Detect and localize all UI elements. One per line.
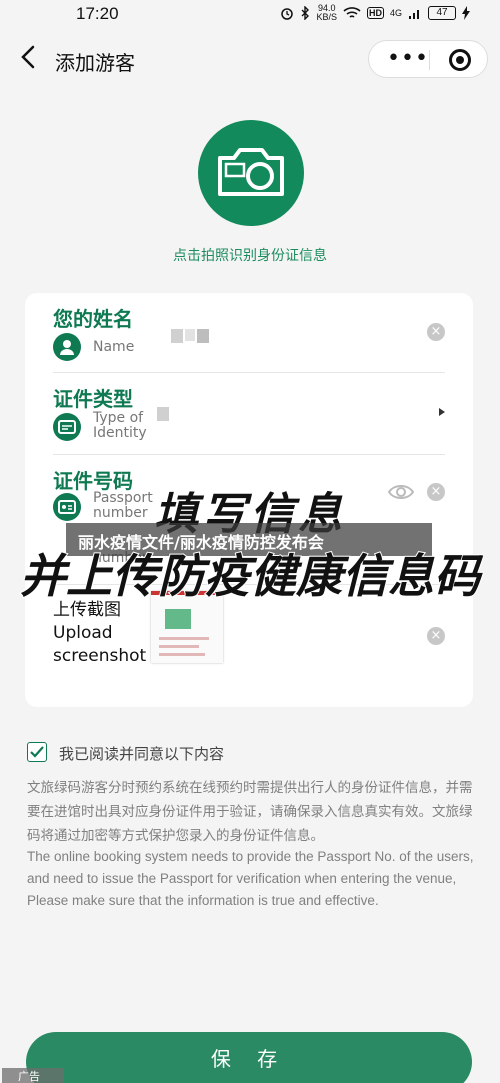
status-time: 17:20 <box>76 4 119 23</box>
wifi-icon <box>343 7 361 18</box>
close-circle-icon[interactable] <box>449 49 471 71</box>
name-row[interactable]: 您的姓名 Name × <box>25 293 473 373</box>
notice-english: The online booking system needs to provi… <box>27 849 474 908</box>
name-value-redacted <box>197 329 209 343</box>
network-type: 4G <box>389 7 402 18</box>
page-title: 添加游客 <box>55 51 135 75</box>
hd-badge: HD <box>366 7 384 19</box>
id-type-value-redacted <box>157 407 169 421</box>
id-card-icon <box>53 413 81 441</box>
network-speed: 94.0 KB/S <box>316 3 337 22</box>
overlay-subtitle: 并上传防疫健康信息码 <box>19 548 481 604</box>
id-type-row[interactable]: 证件类型 Type of Identity <box>25 373 473 455</box>
agreement-label: 我已阅读并同意以下内容 <box>59 745 225 763</box>
charging-icon <box>462 6 470 20</box>
battery-indicator: 47 <box>428 6 456 20</box>
camera-caption[interactable]: 点击拍照识别身份证信息 <box>0 245 500 265</box>
id-type-title: 证件类型 <box>53 387 133 411</box>
chevron-right-icon[interactable] <box>439 408 445 416</box>
signal-icon <box>409 9 419 19</box>
name-value-redacted <box>171 329 183 343</box>
thumbnail-line <box>159 637 209 640</box>
camera-icon <box>218 148 284 196</box>
status-icons: 94.0 KB/S HD 4G 47 <box>280 4 470 22</box>
upload-label: 上传截图 Upload screenshot <box>53 600 147 666</box>
person-icon <box>53 333 81 361</box>
clear-icon[interactable]: × <box>427 323 445 341</box>
capsule-divider <box>429 50 430 70</box>
back-arrow-icon[interactable] <box>14 42 44 72</box>
ad-tag[interactable]: 广告 <box>2 1068 64 1083</box>
notice-chinese: 文旅绿码游客分时预约系统在线预约时需提供出行人的身份证件信息，并需要在进馆时出具… <box>27 780 473 844</box>
thumbnail-line <box>159 645 199 648</box>
name-sublabel: Name <box>93 339 135 355</box>
clear-icon[interactable]: × <box>427 627 445 645</box>
status-bar: 17:20 94.0 KB/S HD 4G 47 <box>0 0 500 30</box>
save-button[interactable]: 保 存 <box>26 1032 472 1083</box>
check-icon <box>30 746 44 758</box>
thumbnail-qr <box>165 609 191 629</box>
bluetooth-icon <box>301 6 310 20</box>
agreement-checkbox[interactable] <box>27 742 47 762</box>
name-title: 您的姓名 <box>53 307 133 331</box>
miniprogram-capsule: ••• <box>368 40 488 78</box>
alarm-icon <box>281 8 294 20</box>
id-type-sublabel: Type of Identity <box>93 410 147 441</box>
nav-bar: 添加游客 ••• <box>0 30 500 88</box>
camera-button[interactable] <box>198 120 304 226</box>
more-dots-icon[interactable]: ••• <box>387 48 429 70</box>
name-value-redacted <box>185 329 195 341</box>
thumbnail-line <box>159 653 205 656</box>
